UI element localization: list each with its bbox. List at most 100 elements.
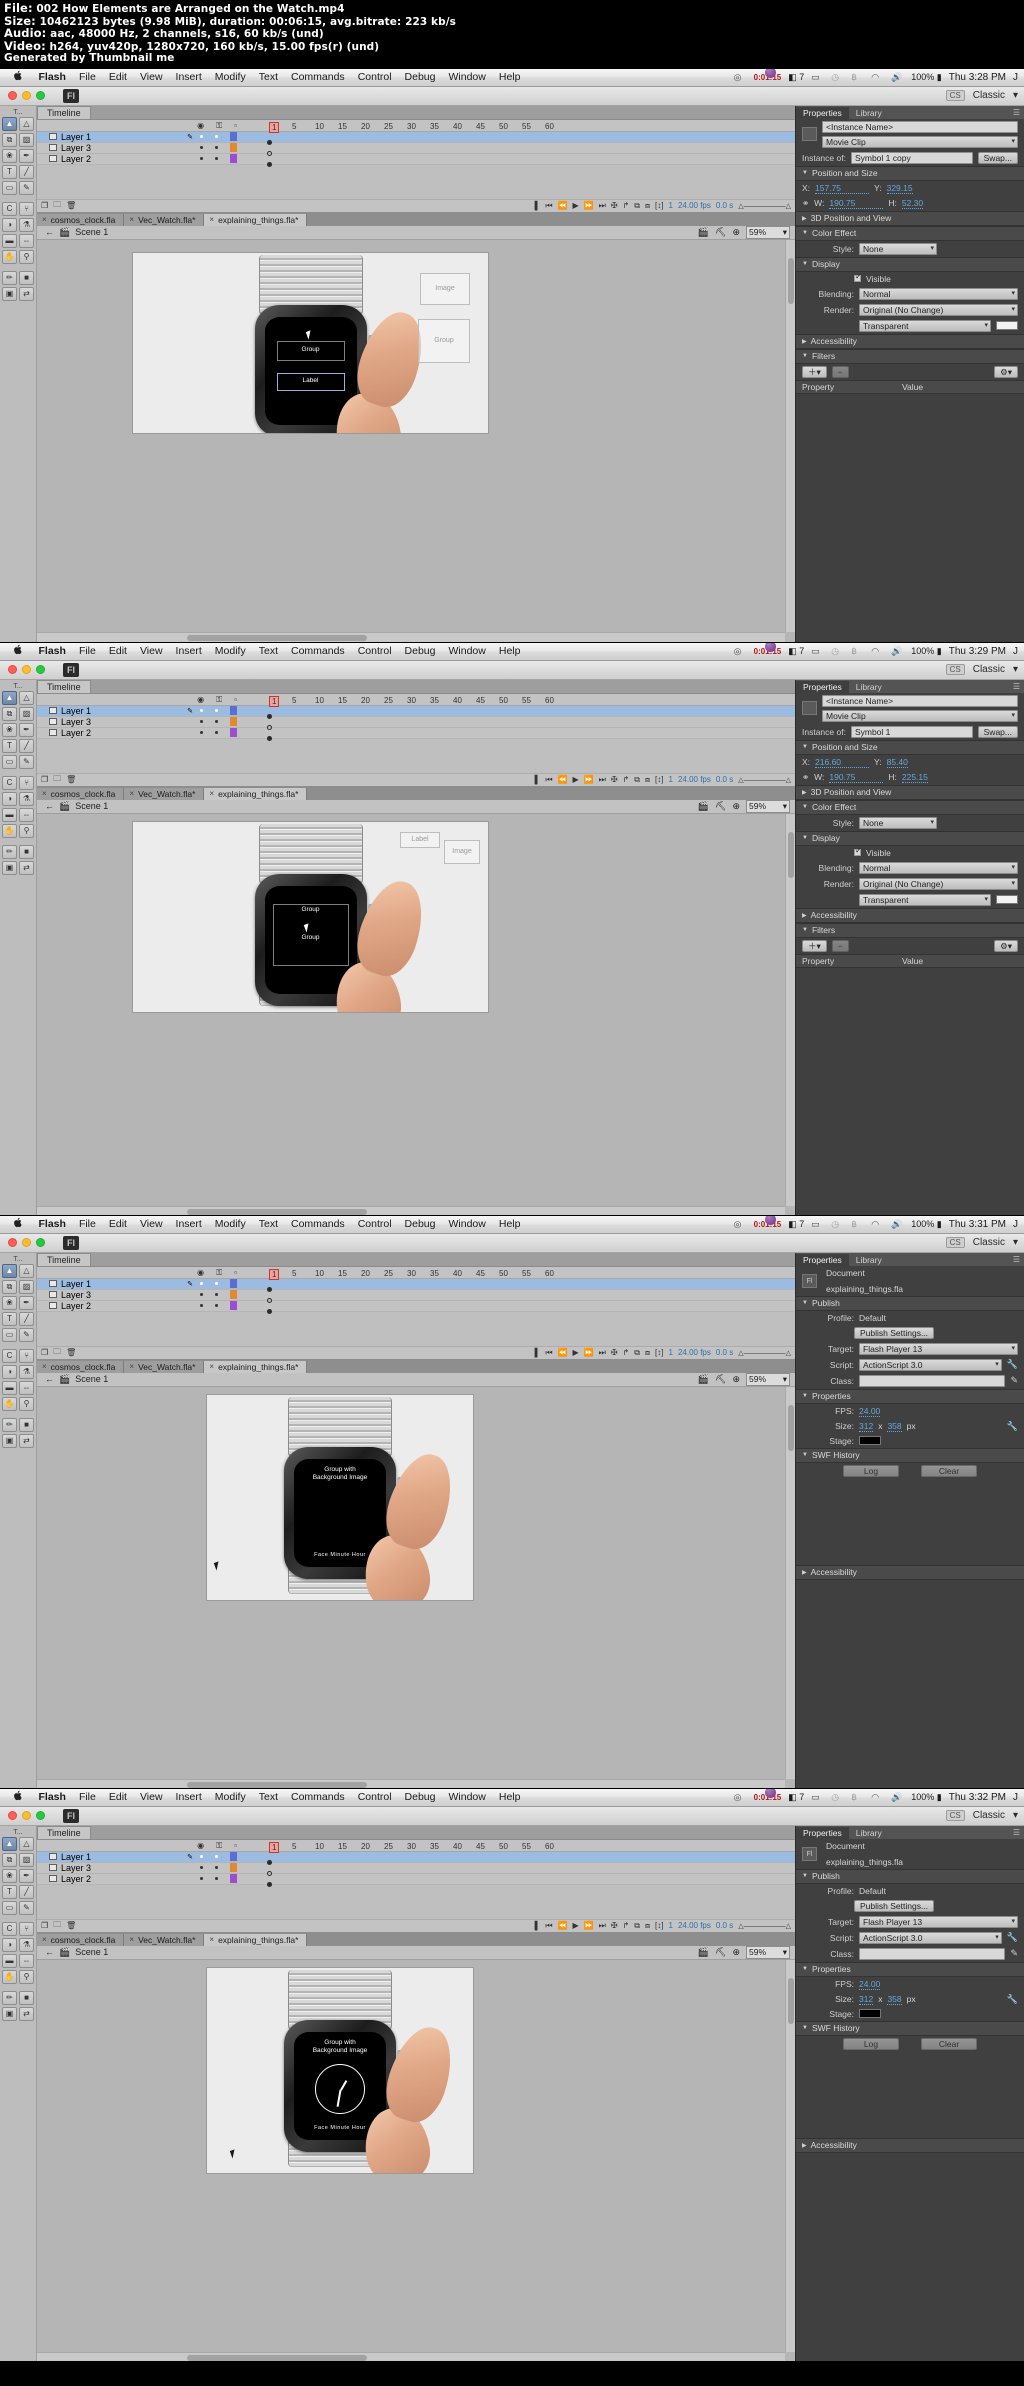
document-tab[interactable]: × Vec_Watch.fla* (124, 1361, 204, 1373)
stage-area[interactable]: Group with Background Image Face Minute Ho… (37, 1387, 795, 1788)
stage-area[interactable]: Group with Background Image Face Minute Ho… (37, 1960, 795, 2361)
section-swf-history[interactable]: ▼ SWF History (796, 2021, 1024, 2036)
volume-icon[interactable]: 🔊 (891, 1792, 904, 1803)
frame-ruler[interactable]: 1 5 10 15 20 25 30 35 40 45 50 55 60 (267, 694, 795, 705)
lock-icon[interactable]: ⚿ (216, 695, 222, 705)
ghost-placeholder[interactable]: Image (444, 840, 480, 864)
visible-checkbox[interactable] (854, 275, 861, 282)
bone-tool[interactable]: ⑂ (19, 776, 34, 790)
zoom-level-select[interactable]: 59% ▾ (746, 1373, 790, 1386)
stage-width-value[interactable]: 312 (859, 1421, 873, 1432)
menu-item-file[interactable]: File (72, 1218, 102, 1230)
rectangle-tool[interactable]: ▭ (2, 755, 17, 769)
panel-menu-icon[interactable]: ☰ (1013, 1828, 1020, 1837)
section-3d-position-and-view[interactable]: ▶ 3D Position and View (796, 211, 1024, 226)
tab-timeline[interactable]: Timeline (37, 1253, 91, 1266)
cs-live-badge[interactable]: CS (946, 90, 965, 101)
creative-cloud-timer[interactable]: 0:01:15 (754, 72, 782, 83)
onion-skin-icon[interactable]: ↱ (623, 775, 630, 784)
layer-visibility-toggle[interactable] (200, 1282, 203, 1285)
outline-icon[interactable]: ▫ (234, 1268, 237, 1278)
disclosure-triangle-icon[interactable]: ▼ (802, 1393, 808, 1399)
menu-item-debug[interactable]: Debug (398, 1218, 442, 1230)
layer-visibility-toggle[interactable] (200, 731, 203, 734)
hand-tool[interactable]: ✋ (2, 1970, 17, 1984)
layer-color-swatch[interactable] (230, 1290, 237, 1299)
eyedropper-tool[interactable]: ⚗ (19, 1365, 34, 1379)
subselection-tool[interactable]: △ (19, 1264, 34, 1278)
disclosure-triangle-icon[interactable]: ▼ (802, 835, 808, 841)
layer-toggles[interactable] (200, 717, 237, 726)
menu-item-control[interactable]: Control (351, 71, 398, 83)
layer-lock-toggle[interactable] (215, 1282, 218, 1285)
swap-colors[interactable]: ⇄ (19, 861, 34, 875)
layer-visibility-toggle[interactable] (200, 1293, 203, 1296)
disclosure-triangle-icon[interactable]: ▶ (802, 338, 807, 345)
close-tab-icon[interactable]: × (209, 215, 214, 224)
scrollbar-thumb[interactable] (788, 258, 794, 304)
document-tab[interactable]: × explaining_things.fla* (204, 788, 307, 800)
delete-layer-icon[interactable]: 🗑 (66, 1921, 76, 1930)
add-filter-button[interactable]: ＋▾ (802, 940, 827, 952)
text-tool[interactable]: T (2, 739, 17, 753)
outline-icon[interactable]: ▫ (234, 695, 237, 705)
line-tool[interactable]: ╱ (19, 1885, 34, 1899)
dock-tab-properties[interactable]: Properties (796, 1827, 849, 1839)
go-to-first-icon[interactable]: ▌ (535, 1921, 541, 1930)
free-transform-tool[interactable]: ⧉ (2, 1853, 17, 1867)
step-forward-icon[interactable]: ▶ (573, 1921, 579, 1930)
close-window-button[interactable] (8, 665, 17, 674)
zoom-tool[interactable]: ⚲ (19, 1397, 34, 1411)
play-icon[interactable]: ⏪ (558, 201, 568, 210)
menu-item-text[interactable]: Text (252, 1791, 284, 1803)
w-value[interactable]: 190.75 (829, 772, 883, 783)
layer-visibility-toggle[interactable] (200, 146, 203, 149)
script-select[interactable]: ActionScript 3.0 (859, 1932, 1002, 1944)
y-value[interactable]: 329.15 (887, 183, 913, 194)
text-tool[interactable]: T (2, 165, 17, 179)
wifi-icon[interactable]: ◠ (871, 1792, 884, 1803)
blending-select[interactable]: Normal (859, 862, 1018, 874)
go-to-last-icon[interactable]: ⏩ (584, 1921, 594, 1930)
loop-icon[interactable]: ✠ (611, 1348, 618, 1357)
close-tab-icon[interactable]: × (42, 215, 47, 224)
close-window-button[interactable] (8, 1811, 17, 1820)
link-wh-icon[interactable]: ⚭ (802, 772, 809, 783)
layer-name-cell[interactable]: Layer 1 ✎ (37, 1279, 267, 1289)
layer-toggles[interactable] (200, 706, 237, 715)
wifi-icon[interactable]: ◠ (871, 646, 884, 657)
free-transform-tool[interactable]: ⧉ (2, 133, 17, 147)
workspace-label[interactable]: Classic (973, 1237, 1005, 1248)
new-folder-icon[interactable]: 🗀 (53, 773, 61, 787)
edit-class-icon[interactable]: ✎ (1010, 1375, 1018, 1386)
layer-row[interactable]: Layer 1 ✎ (37, 132, 795, 143)
close-tab-icon[interactable]: × (42, 1935, 47, 1944)
x-value[interactable]: 157.75 (815, 183, 869, 194)
zoom-window-button[interactable] (36, 665, 45, 674)
disclosure-triangle-icon[interactable]: ▶ (802, 789, 807, 796)
free-transform-tool[interactable]: ⧉ (2, 707, 17, 721)
user-menu[interactable]: J (1013, 1792, 1018, 1803)
close-tab-icon[interactable]: × (209, 1362, 214, 1371)
stage-canvas[interactable]: Group with Background Image Face Minute Ho… (207, 1968, 473, 2173)
close-tab-icon[interactable]: × (129, 789, 134, 798)
brush-tool[interactable]: ὘C (2, 202, 17, 216)
paint-bucket-tool[interactable]: ◑ (2, 792, 17, 806)
swap-colors[interactable]: ⇄ (19, 2007, 34, 2021)
swf-log-button[interactable]: Log (843, 2038, 899, 2050)
layer-row[interactable]: Layer 1 ✎ (37, 1852, 795, 1863)
section-filters[interactable]: ▼ Filters (796, 923, 1024, 938)
eraser-tool[interactable]: ▬ (2, 1381, 17, 1395)
layer-name-cell[interactable]: Layer 2 (37, 728, 267, 738)
zoom-window-button[interactable] (36, 1811, 45, 1820)
swap-button[interactable]: Swap... (978, 726, 1018, 738)
eye-icon[interactable]: ◉ (197, 1268, 204, 1278)
pen-tool[interactable]: ✒ (19, 723, 34, 737)
edit-symbols-icon[interactable]: ⛏ (715, 1947, 726, 1958)
zoom-level-select[interactable]: 59% ▾ (746, 800, 790, 813)
time-machine-icon[interactable]: ◷ (831, 1792, 844, 1803)
swap-colors[interactable]: ⇄ (19, 1434, 34, 1448)
stage-vertical-scrollbar[interactable] (785, 814, 795, 1206)
filter-options-button[interactable]: ⚙▾ (994, 940, 1018, 952)
layer-row[interactable]: Layer 1 ✎ (37, 1279, 795, 1290)
